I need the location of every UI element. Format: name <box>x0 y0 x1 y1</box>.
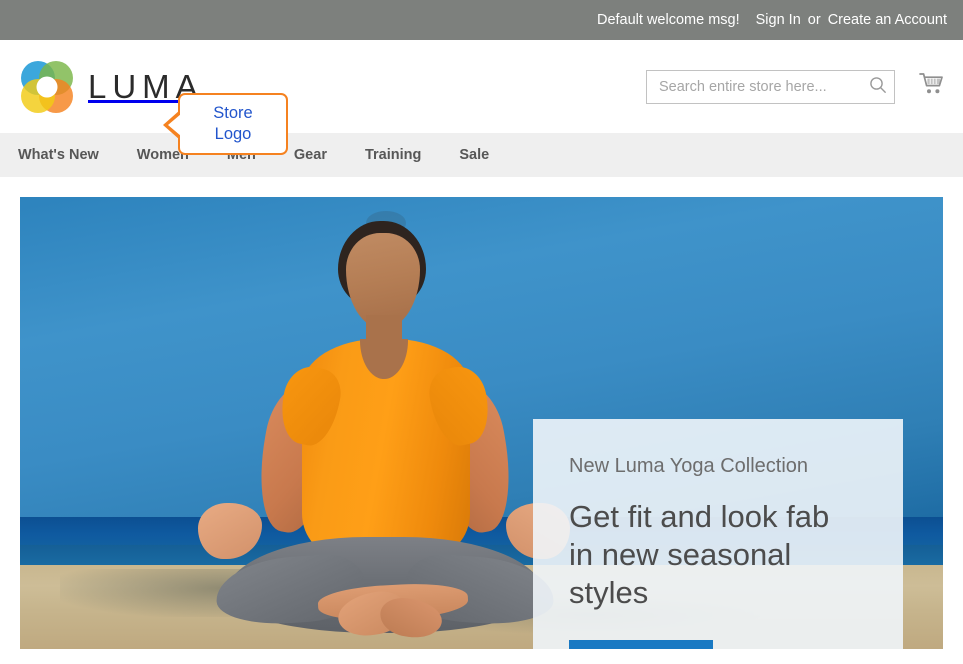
search-button[interactable] <box>865 75 891 99</box>
callout-line-1: Store <box>213 104 253 122</box>
hero-headline: Get fit and look fab in new seasonal sty… <box>569 499 830 610</box>
create-account-link[interactable]: Create an Account <box>828 12 947 28</box>
hero-banner[interactable]: New Luma Yoga Collection Get fit and loo… <box>20 197 943 649</box>
yoga-model-illustration <box>170 207 590 649</box>
hero-text-panel: New Luma Yoga Collection Get fit and loo… <box>533 419 903 649</box>
luma-logo-icon <box>18 59 76 115</box>
hero-region: New Luma Yoga Collection Get fit and loo… <box>0 177 963 664</box>
shop-new-yoga-button[interactable]: Shop New Yoga <box>569 640 714 649</box>
nav-item-training[interactable]: Training <box>365 147 421 163</box>
welcome-message: Default welcome msg! <box>596 12 740 28</box>
main-navigation: What's New Women Men Gear Training Sale <box>0 133 963 177</box>
minicart-link[interactable] <box>917 72 947 102</box>
or-separator: or <box>807 12 821 28</box>
search-input[interactable] <box>646 69 895 104</box>
top-utility-bar: Default welcome msg! Sign In or Create a… <box>0 0 963 40</box>
nav-item-whats-new[interactable]: What's New <box>18 147 99 163</box>
sign-in-link[interactable]: Sign In <box>756 12 801 28</box>
callout-line-2: Logo <box>214 125 252 143</box>
hero-eyebrow-text: New Luma Yoga Collection <box>569 455 809 477</box>
callout-arrow-inner-icon <box>168 114 181 136</box>
store-logo-link[interactable]: LUMA <box>18 59 204 115</box>
shopping-cart-icon <box>919 72 945 101</box>
search-form <box>646 69 895 104</box>
site-header: LUMA Store Logo <box>0 40 963 155</box>
store-logo-callout: Store Logo <box>163 93 288 155</box>
header-actions <box>646 40 947 133</box>
nav-item-gear[interactable]: Gear <box>294 147 327 163</box>
nav-item-sale[interactable]: Sale <box>459 147 489 163</box>
model-left-hand <box>198 503 262 559</box>
search-icon <box>869 76 887 97</box>
